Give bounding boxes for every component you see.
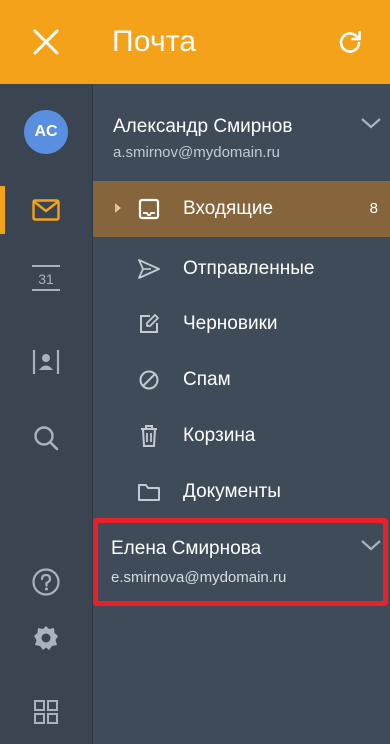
send-icon bbox=[137, 257, 161, 281]
folder-documents[interactable]: Документы bbox=[93, 464, 390, 520]
drafts-icon bbox=[137, 312, 161, 336]
rail-item-contacts[interactable] bbox=[0, 334, 92, 390]
account-header-1[interactable]: Александр Смирнов a.smirnov@mydomain.ru bbox=[93, 100, 390, 172]
folder-icon bbox=[137, 480, 161, 504]
account-email: a.smirnov@mydomain.ru bbox=[113, 144, 280, 161]
app-header: Почта bbox=[0, 0, 390, 84]
gear-icon bbox=[34, 626, 58, 650]
inbox-icon bbox=[137, 197, 161, 221]
folder-label: Входящие bbox=[183, 198, 274, 219]
account-name: Елена Смирнова bbox=[111, 538, 262, 559]
chevron-down-icon[interactable] bbox=[360, 538, 382, 552]
spam-icon bbox=[137, 368, 161, 392]
rail-item-mail[interactable] bbox=[0, 182, 92, 238]
chevron-down-icon[interactable] bbox=[360, 116, 382, 130]
rail-item-help[interactable] bbox=[0, 554, 92, 610]
folder-drafts[interactable]: Черновики bbox=[93, 296, 390, 352]
account-header-2[interactable]: Елена Смирнова e.smirnova@mydomain.ru bbox=[93, 524, 390, 596]
folder-label: Черновики bbox=[183, 313, 278, 334]
calendar-day: 31 bbox=[38, 271, 54, 287]
folder-trash[interactable]: Корзина bbox=[93, 408, 390, 464]
folder-spam[interactable]: Спам bbox=[93, 352, 390, 408]
avatar: AC bbox=[24, 110, 68, 154]
folder-label: Спам bbox=[183, 369, 231, 390]
folder-label: Отправленные bbox=[183, 258, 315, 279]
close-button[interactable] bbox=[0, 0, 92, 84]
refresh-icon bbox=[339, 30, 361, 53]
calendar-icon: 31 bbox=[32, 265, 60, 291]
page-title: Почта bbox=[112, 25, 197, 58]
folder-inbox[interactable]: Входящие 8 bbox=[93, 181, 390, 237]
grid-icon bbox=[34, 700, 58, 724]
rail-item-search[interactable] bbox=[0, 410, 92, 466]
help-icon bbox=[32, 568, 60, 596]
rail-item-calendar[interactable]: 31 bbox=[0, 250, 92, 306]
folder-label: Корзина bbox=[183, 425, 256, 446]
refresh-button[interactable] bbox=[332, 24, 368, 60]
account-avatar-button[interactable]: AC bbox=[0, 104, 92, 160]
expand-arrow-icon[interactable] bbox=[115, 203, 121, 213]
rail-item-apps[interactable] bbox=[0, 684, 92, 740]
rail-item-settings[interactable] bbox=[0, 610, 92, 666]
folder-label: Документы bbox=[183, 481, 281, 502]
unread-count-badge: 8 bbox=[369, 200, 378, 217]
account-email: e.smirnova@mydomain.ru bbox=[111, 569, 287, 586]
close-icon bbox=[33, 29, 59, 55]
trash-icon bbox=[137, 424, 161, 448]
search-icon bbox=[34, 426, 59, 451]
envelope-icon bbox=[32, 199, 60, 221]
contacts-icon bbox=[32, 350, 60, 374]
folder-sent[interactable]: Отправленные bbox=[93, 241, 390, 297]
account-name: Александр Смирнов bbox=[113, 116, 293, 137]
